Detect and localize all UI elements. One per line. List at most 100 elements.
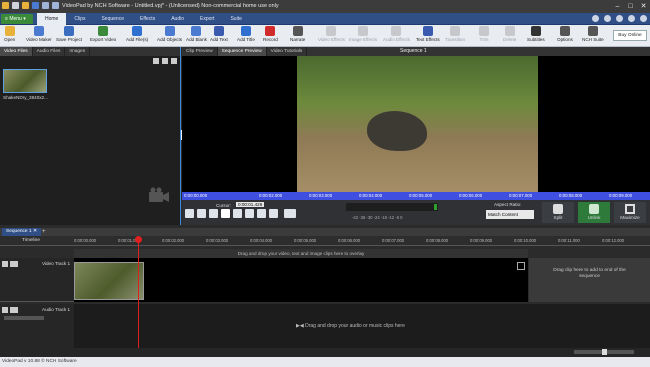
add-sequence-icon[interactable]: + (42, 228, 46, 236)
tab-effects[interactable]: Effects (132, 13, 163, 25)
video-maker-button[interactable]: Video Maker (26, 26, 52, 46)
zoom-slider-thumb[interactable] (602, 349, 607, 355)
trim-icon (479, 26, 489, 36)
timeline-zoom-bar (0, 348, 650, 357)
save-icon[interactable] (32, 2, 39, 9)
skip-start-button[interactable] (185, 209, 194, 218)
timeline-mark-label: 0:00:00.000 (74, 238, 97, 243)
options-button[interactable]: Options (557, 26, 573, 46)
add-text-button[interactable]: Add Text (210, 26, 228, 46)
add-bin-icon[interactable] (171, 58, 177, 64)
playhead-handle[interactable] (135, 236, 142, 243)
wolf-subject (367, 111, 427, 151)
next-frame-button[interactable] (257, 209, 266, 218)
tab-audio[interactable]: Audio (163, 13, 192, 25)
transition-button[interactable]: Transition (445, 26, 465, 46)
delete-button[interactable]: Delete (503, 26, 516, 46)
audio-volume-slider[interactable] (4, 316, 44, 320)
aspect-ratio-select[interactable]: Match Content (486, 210, 534, 219)
add-blank-button[interactable]: Add Blank (186, 26, 207, 46)
toolbar-item-label: Text Effects (416, 37, 440, 42)
video-track-icon[interactable] (10, 261, 18, 267)
ruler-time-label: 0:00:09.000 (609, 193, 633, 198)
youtube-icon[interactable] (628, 15, 635, 22)
save-project-button[interactable]: Save Project (56, 26, 82, 46)
tab-sequence-preview[interactable]: Sequence Preview (217, 47, 267, 56)
maximize-button[interactable]: Maximize (614, 202, 646, 223)
tab-suite[interactable]: Suite (222, 13, 249, 25)
thumbnail-view-icon[interactable] (162, 58, 168, 64)
menu-button[interactable]: ≡ Menu ▾ (1, 14, 33, 24)
text-effects-icon (422, 26, 433, 36)
camera-icon (149, 187, 169, 202)
audio-track-collapse-icon[interactable] (2, 307, 8, 313)
tab-home[interactable]: Home (37, 13, 67, 25)
menu-button-label: Menu (9, 16, 22, 22)
drop-to-end-zone[interactable]: Drag clip here to add to end of the sequ… (529, 258, 650, 302)
open-button[interactable]: Open (4, 26, 15, 46)
tab-audio-files[interactable]: Audio Files (33, 47, 66, 56)
fast-forward-button[interactable] (245, 209, 254, 218)
close-tab-icon[interactable]: ✕ (33, 229, 37, 234)
tab-clip-preview[interactable]: Clip Preview (182, 47, 218, 56)
track-collapse-icon[interactable] (2, 261, 8, 267)
video-effects-button[interactable]: Video Effects (318, 26, 345, 46)
audio-track-area[interactable]: ▶◀ Drag and drop your audio or music cli… (74, 304, 650, 348)
split-button[interactable]: Split (542, 202, 574, 223)
narrate-button[interactable]: Narrate (290, 26, 305, 46)
timeline-mark-label: 0:00:11.000 (558, 238, 580, 243)
toolbar-item-label: Video Effects (318, 37, 345, 42)
open-icon[interactable] (22, 2, 29, 9)
preview-ruler[interactable]: 0:00:00.000 0:00:02.000 0:00:03.000 0:00:04… (182, 192, 650, 200)
tab-video-files[interactable]: Video Files (0, 47, 33, 56)
unlink-button[interactable]: Unlink (578, 202, 610, 223)
undo-icon[interactable] (42, 2, 49, 9)
text-effects-button[interactable]: Text Effects (416, 26, 440, 46)
loop-button[interactable] (233, 209, 242, 218)
record-button[interactable]: Record (263, 26, 278, 46)
export-video-button[interactable]: Export Video (90, 26, 116, 46)
notification-icon[interactable] (592, 15, 599, 22)
video-file-thumbnail[interactable] (3, 69, 47, 93)
minimize-icon[interactable]: – (611, 1, 624, 12)
facebook-icon[interactable] (604, 15, 611, 22)
twitter-icon[interactable] (616, 15, 623, 22)
video-track-area[interactable] (74, 258, 528, 302)
trim-button[interactable]: Trim (479, 26, 489, 46)
speed-button[interactable] (284, 209, 296, 218)
redo-icon[interactable] (52, 2, 59, 9)
prev-frame-button[interactable] (197, 209, 206, 218)
add-file-s-button[interactable]: Add File(s) (126, 26, 148, 46)
timeline-playhead[interactable] (138, 236, 139, 348)
subtitles-button[interactable]: Subtitles (527, 26, 545, 46)
add-title-button[interactable]: Add Title (237, 26, 255, 46)
add-objects-button[interactable]: Add Objects (157, 26, 182, 46)
timeline-ruler[interactable]: Timeline 0:00:00.000 0:00:01.000 0:00:02.0… (0, 236, 650, 246)
help-icon[interactable] (640, 15, 647, 22)
sequence-tab-bar: Sequence 1 ✕ + (0, 228, 650, 236)
ruler-time-label: 0:00:04.000 (359, 193, 383, 198)
timeline-mark-label: 0:00:12.000 (602, 238, 625, 243)
nch-suite-button[interactable]: NCH Suite (582, 26, 604, 46)
tab-video-tutorials[interactable]: Video Tutorials (267, 47, 308, 56)
overlay-drop-zone[interactable]: Drag and drop your video, text and image… (74, 249, 528, 258)
new-icon[interactable] (12, 2, 19, 9)
close-icon[interactable]: ✕ (637, 1, 650, 12)
buy-online-button[interactable]: Buy Online (613, 30, 647, 41)
play-button[interactable] (221, 209, 230, 218)
skip-end-button[interactable] (269, 209, 278, 218)
audio-effects-icon (391, 26, 402, 36)
speaker-icon[interactable] (10, 307, 18, 313)
tab-sequence[interactable]: Sequence (93, 13, 132, 25)
maximize-icon[interactable]: □ (624, 1, 637, 12)
cursor-value[interactable]: 0:00:01.426 (236, 202, 265, 207)
rewind-button[interactable] (209, 209, 218, 218)
image-effects-button[interactable]: Image Effects (349, 26, 377, 46)
video-clip[interactable] (74, 262, 144, 300)
tab-sequence-1[interactable]: Sequence 1 ✕ (2, 228, 41, 236)
list-view-icon[interactable] (153, 58, 159, 64)
audio-effects-button[interactable]: Audio Effects (383, 26, 410, 46)
tab-clips[interactable]: Clips (66, 13, 93, 25)
tab-export[interactable]: Export (192, 13, 222, 25)
tab-images[interactable]: Images (65, 47, 91, 56)
